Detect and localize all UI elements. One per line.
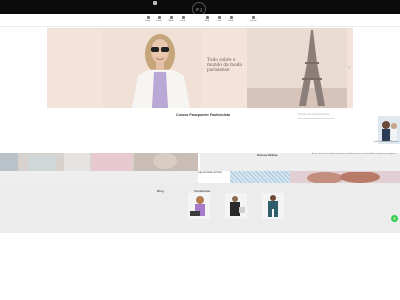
nav-label: Sobre: [228, 20, 234, 22]
collage-image: [0, 153, 198, 171]
fashion-photo: [262, 193, 284, 219]
nav-label: Cursos: [155, 20, 163, 22]
nav-label: Contato: [249, 20, 257, 22]
nav-item-paris[interactable]: Paris: [180, 16, 186, 22]
blog-title: Blog: [157, 189, 164, 193]
nav-item-moda[interactable]: Moda: [168, 16, 174, 22]
woman-illustration: [102, 28, 202, 108]
nav-item-contato[interactable]: Contato: [249, 16, 257, 22]
whatsapp-button[interactable]: ✆: [391, 215, 398, 222]
book-icon: [157, 16, 161, 19]
eiffel-tower-icon: [247, 28, 347, 108]
courses-strip: Cursos Online Ao criar uma conta, você p…: [0, 153, 400, 171]
hero-photo: [102, 28, 202, 108]
main-nav: Home Cursos Moda Paris Blog Loja Sobre C…: [0, 14, 400, 27]
fashion-photo: [225, 193, 247, 219]
eiffel-photo: [247, 28, 347, 108]
nav-label: Blog: [204, 20, 209, 22]
hanger-icon: [169, 16, 173, 19]
whatsapp-icon: ✆: [392, 216, 397, 221]
person-illustration: [378, 116, 400, 144]
post-thumbnail[interactable]: [188, 193, 210, 219]
chevron-right-icon[interactable]: ›: [348, 65, 353, 71]
blog-icon: [205, 16, 209, 19]
shop-icon: [217, 16, 221, 19]
mosaic-label: Loja de Moda na Paris: [198, 171, 222, 174]
nav-item-cursos[interactable]: Cursos: [156, 16, 162, 22]
nav-item-loja[interactable]: Loja: [216, 16, 222, 22]
brand-logo-text: F J: [196, 6, 202, 12]
mosaic-photo: [290, 171, 400, 184]
strip-title: Cursos Online: [257, 153, 278, 157]
strip-photo-collage: [0, 153, 198, 171]
post-thumbnail[interactable]: [262, 193, 284, 219]
mosaic-row: Loja de Moda na Paris: [0, 171, 400, 184]
hero-banner[interactable]: Tudo sobre o mundo da moda parisiense ›: [47, 28, 353, 108]
nav-label: Moda: [168, 20, 174, 22]
nav-label: Paris: [180, 20, 186, 22]
post-thumbnail[interactable]: [225, 193, 247, 219]
woman-photo: [188, 193, 210, 219]
profile-caption: Ceilo Fashionista SBfashion: [373, 141, 399, 143]
mail-icon: [251, 16, 255, 19]
section-title: Cursos Fauxpunter Fashionista: [176, 113, 230, 117]
nav-label: Home: [145, 20, 151, 22]
menu-icon[interactable]: [153, 1, 157, 5]
nav-item-home[interactable]: Home: [145, 16, 151, 22]
user-icon: [229, 16, 233, 19]
featured-profile-card[interactable]: [378, 116, 400, 144]
tower-icon: [181, 16, 185, 19]
hero-headline: Tudo sobre o mundo da moda parisiense: [207, 58, 242, 73]
mosaic-left-block: [0, 171, 198, 183]
strip-text: Ao criar uma conta, você poderá acessar …: [312, 154, 396, 155]
home-icon: [146, 16, 150, 19]
nav-item-blog[interactable]: Blog: [204, 16, 210, 22]
nav-label: Loja: [217, 20, 221, 22]
search-input[interactable]: Procure por programa/curso: [298, 112, 334, 119]
pattern-image: [230, 171, 290, 183]
nav-item-sobre[interactable]: Sobre: [228, 16, 234, 22]
